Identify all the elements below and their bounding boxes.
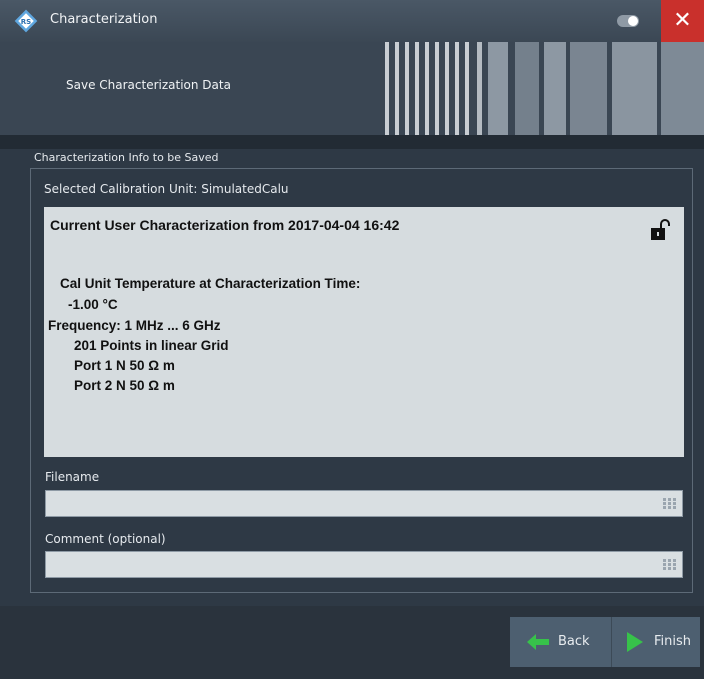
info-line-port1: Port 1 N 50 Ω m [74,358,175,373]
unlocked-lock-icon[interactable] [648,219,672,241]
app-logo-icon: RS [14,9,38,33]
filename-label: Filename [45,470,100,484]
comment-field[interactable] [45,551,683,578]
comment-label: Comment (optional) [45,532,166,546]
wizard-banner: Save Characterization Data [0,42,704,135]
info-line-temperature-value: -1.00 °C [68,297,118,312]
finish-button[interactable]: Finish [611,617,700,667]
display-toggle[interactable] [617,15,639,27]
keypad-icon[interactable] [663,559,676,570]
group-label: Characterization Info to be Saved [34,151,219,164]
banner-stripes-decoration [385,42,704,135]
filename-field[interactable] [45,490,683,517]
window-title: Characterization [50,12,158,27]
keypad-icon[interactable] [663,498,676,509]
close-button[interactable]: ✕ [661,0,704,42]
back-button-label: Back [558,634,590,649]
close-icon: ✕ [673,8,692,33]
play-arrow-icon [627,632,643,652]
arrow-left-icon [527,634,549,650]
info-line-points: 201 Points in linear Grid [74,338,229,353]
characterization-dialog: RS Characterization ✕ Save Characterizat… [0,0,704,679]
title-bar: RS Characterization ✕ [0,0,704,43]
info-heading: Current User Characterization from 2017-… [50,217,400,233]
finish-button-label: Finish [654,634,692,649]
info-line-port2: Port 2 N 50 Ω m [74,378,175,393]
characterization-info-panel: Current User Characterization from 2017-… [44,207,684,457]
back-button[interactable]: Back [510,617,611,667]
info-line-frequency: Frequency: 1 MHz ... 6 GHz [48,318,221,333]
banner-separator [0,135,704,149]
info-line-temperature-label: Cal Unit Temperature at Characterization… [60,276,361,291]
selected-calibration-unit: Selected Calibration Unit: SimulatedCalu [44,182,289,196]
svg-text:RS: RS [21,18,31,26]
banner-title: Save Characterization Data [66,78,231,92]
